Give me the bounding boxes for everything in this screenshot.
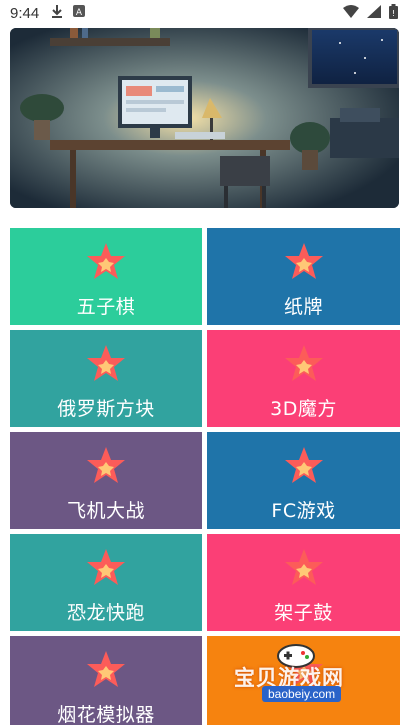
game-tile-fireworks[interactable]: 烟花模拟器: [10, 636, 202, 725]
banner-image[interactable]: [10, 28, 399, 208]
game-tile-tetris[interactable]: 俄罗斯方块: [10, 330, 202, 427]
game-tile-3d-cube[interactable]: 3D魔方: [207, 330, 400, 427]
star-icon: [284, 243, 323, 279]
game-tile-plane-war[interactable]: 飞机大战: [10, 432, 202, 529]
star-icon: [87, 447, 125, 483]
battery-icon: !: [389, 3, 398, 23]
svg-text:A: A: [76, 8, 83, 17]
desk-room-illustration: [10, 28, 399, 208]
game-grid: 五子棋 纸牌 俄罗斯方块 3D魔方 飞机大战 FC游戏 恐龙快跑 架子鼓 烟花模…: [10, 228, 400, 725]
tile-label: 五子棋: [76, 296, 136, 318]
star-icon: [87, 345, 125, 381]
game-tile-drum-kit[interactable]: 架子鼓: [207, 534, 400, 631]
star-icon: [284, 447, 323, 483]
tile-label: 恐龙快跑: [66, 602, 145, 624]
star-icon: [87, 243, 125, 279]
wifi-icon: [343, 4, 359, 22]
notification-a-icon: A: [73, 5, 86, 21]
svg-text:!: !: [392, 9, 395, 18]
game-tile-10[interactable]: [207, 636, 400, 725]
tile-label: 纸牌: [283, 296, 323, 318]
tile-label: 烟花模拟器: [57, 704, 155, 725]
star-icon: [87, 549, 125, 585]
signal-icon: [367, 4, 381, 22]
tile-label: 飞机大战: [66, 500, 145, 522]
tile-label: 3D魔方: [270, 398, 337, 420]
game-tile-solitaire[interactable]: 纸牌: [207, 228, 400, 325]
star-icon: [87, 651, 125, 687]
game-tile-dino-run[interactable]: 恐龙快跑: [10, 534, 202, 631]
game-tile-gomoku[interactable]: 五子棋: [10, 228, 202, 325]
status-time: 9:44: [10, 4, 40, 22]
download-icon: [51, 4, 63, 22]
star-icon: [284, 549, 323, 585]
star-icon: [284, 345, 323, 381]
tile-label: FC游戏: [271, 500, 336, 522]
star-icon: [284, 651, 323, 687]
tile-label: 俄罗斯方块: [57, 398, 155, 420]
tile-label: 架子鼓: [274, 602, 333, 624]
status-bar: 9:44 A !: [0, 0, 408, 26]
game-tile-fc-games[interactable]: FC游戏: [207, 432, 400, 529]
